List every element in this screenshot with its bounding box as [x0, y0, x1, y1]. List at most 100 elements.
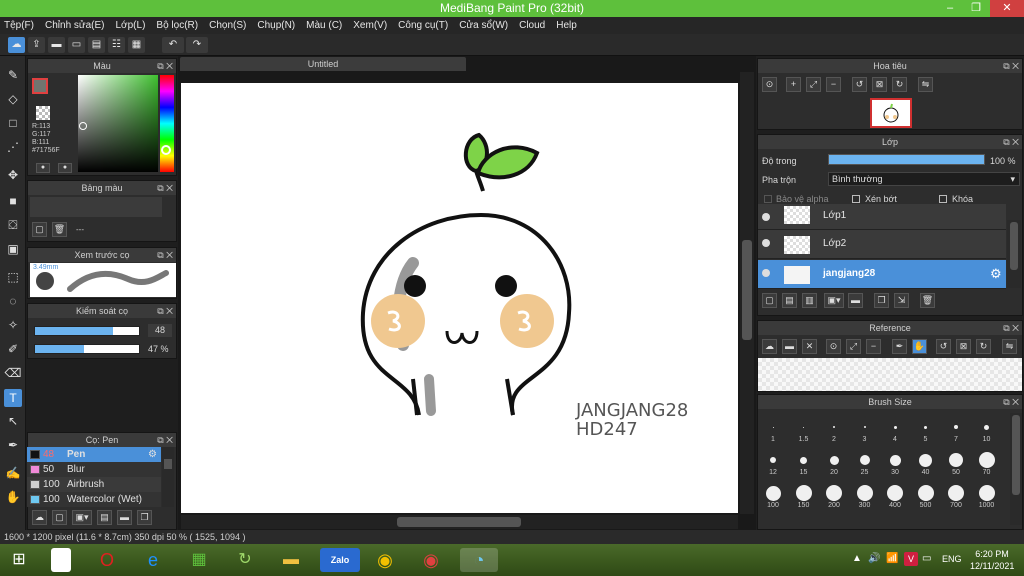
network-icon[interactable]: 📶: [886, 553, 898, 564]
select-pen-tool-icon[interactable]: ✐: [4, 340, 22, 358]
grid-icon[interactable]: ▦: [128, 37, 145, 53]
clock[interactable]: 6:20 PM 12/11/2021: [970, 548, 1014, 572]
menu-snap[interactable]: Chụp(N): [257, 20, 295, 31]
brush-size-dot[interactable]: [772, 426, 774, 428]
close-reference-icon[interactable]: ✕: [802, 339, 817, 354]
hand-tool-icon[interactable]: ✋: [4, 488, 22, 506]
brush-size-dot[interactable]: [863, 426, 866, 428]
undo-icon[interactable]: ↶: [162, 37, 184, 53]
brush-size-dot[interactable]: [887, 485, 903, 501]
color-mode-icon[interactable]: ●: [36, 163, 50, 173]
brush-size-dot[interactable]: [919, 453, 932, 467]
operation-tool-icon[interactable]: ↖: [4, 412, 22, 430]
volume-icon[interactable]: 🔊: [868, 553, 880, 564]
green-app-icon[interactable]: ↻: [230, 548, 260, 572]
vertical-scrollbar[interactable]: [740, 72, 754, 514]
rotate-left-icon[interactable]: ↺: [852, 77, 867, 92]
windows-start-icon[interactable]: ⊞: [2, 548, 36, 572]
menu-edit[interactable]: Chỉnh sửa(E): [45, 20, 105, 31]
panel-close-icon[interactable]: ⧉ ✕: [157, 181, 173, 195]
dot-brush-tool-icon[interactable]: ⋰: [4, 138, 22, 156]
navigator-thumbnail[interactable]: [870, 98, 912, 128]
v-app-badge[interactable]: V: [904, 552, 918, 566]
redo-icon[interactable]: ↷: [186, 37, 208, 53]
panel-close-icon[interactable]: ⧉ ✕: [157, 59, 173, 73]
move-tool-icon[interactable]: ✥: [4, 166, 22, 184]
vertical-scroll-thumb[interactable]: [742, 240, 752, 340]
new-halftone-layer-icon[interactable]: ▤: [782, 293, 797, 308]
cloud-reference-icon[interactable]: ☁: [762, 339, 777, 354]
zalo-icon[interactable]: Zalo: [320, 548, 360, 572]
cloud-icon[interactable]: ☁: [8, 37, 25, 53]
flip-icon[interactable]: ⇋: [918, 77, 933, 92]
chrome-profile-icon[interactable]: ◉: [416, 548, 446, 572]
ref-flip-icon[interactable]: ⇋: [1002, 339, 1017, 354]
rotate-right-icon[interactable]: ↻: [892, 77, 907, 92]
brush-size-dot[interactable]: [800, 456, 807, 464]
magic-wand-tool-icon[interactable]: ✧: [4, 316, 22, 334]
menu-layer[interactable]: Lớp(L): [116, 20, 146, 31]
add-layer-menu-icon[interactable]: ▣▾: [824, 293, 844, 308]
delete-layer-icon[interactable]: 🗑: [920, 293, 935, 308]
brush-size-dot[interactable]: [829, 455, 839, 465]
brush-tool-icon[interactable]: ✎: [4, 66, 22, 84]
brush-size-dot[interactable]: [833, 426, 835, 428]
hue-slider-handle[interactable]: [161, 145, 171, 155]
visibility-eye-icon[interactable]: [762, 239, 770, 247]
visibility-eye-icon[interactable]: [762, 213, 770, 221]
foreground-color-swatch[interactable]: [32, 78, 48, 94]
horizontal-scrollbar[interactable]: [181, 515, 738, 529]
new-brush-icon[interactable]: ▢: [52, 510, 67, 525]
transparent-color-swatch[interactable]: [36, 106, 50, 120]
menu-help[interactable]: Help: [556, 20, 577, 31]
pen-tool-icon[interactable]: ✍: [4, 464, 22, 482]
brush-size-value[interactable]: 48: [148, 324, 172, 337]
reset-view-icon[interactable]: ⊠: [872, 77, 887, 92]
upload-icon[interactable]: ⇪: [28, 37, 45, 53]
menu-color[interactable]: Màu (C): [306, 20, 342, 31]
restore-button[interactable]: ❐: [964, 0, 988, 17]
panel-close-icon[interactable]: ⧉ ✕: [157, 433, 173, 447]
brush-size-dot[interactable]: [978, 452, 995, 468]
battery-icon[interactable]: ▭: [922, 553, 931, 564]
ref-rotate-right-icon[interactable]: ↻: [976, 339, 991, 354]
rectangle-tool-icon[interactable]: □: [4, 114, 22, 132]
lock-checkbox[interactable]: [939, 195, 947, 203]
new-palette-icon[interactable]: ▢: [32, 222, 47, 237]
panel-close-icon[interactable]: ⧉ ✕: [1003, 321, 1019, 335]
zoom-fit-icon[interactable]: ⊙: [762, 77, 777, 92]
menu-cloud[interactable]: Cloud: [519, 20, 545, 31]
horizontal-scroll-thumb[interactable]: [397, 517, 521, 527]
file-explorer-icon[interactable]: ▬: [276, 548, 306, 572]
medibang-taskbar-icon[interactable]: ◔: [460, 548, 498, 572]
bucket-tool-icon[interactable]: ⛋: [4, 216, 22, 234]
gear-icon[interactable]: ⚙: [990, 266, 1002, 282]
brush-opacity-slider[interactable]: [34, 344, 140, 354]
gear-icon[interactable]: ⚙: [148, 447, 157, 462]
layer-folder-icon[interactable]: ▬: [848, 293, 863, 308]
brush-size-dot[interactable]: [949, 453, 963, 467]
ref-zoom-fit-icon[interactable]: ⊙: [826, 339, 841, 354]
ref-rotate-left-icon[interactable]: ↺: [936, 339, 951, 354]
ref-hand-icon[interactable]: ✋: [912, 339, 927, 354]
panel-close-icon[interactable]: ⧉ ✕: [1003, 59, 1019, 73]
fill-rect-tool-icon[interactable]: ■: [4, 192, 22, 210]
brush-size-dot[interactable]: [978, 485, 995, 501]
tray-chevron-icon[interactable]: ▲: [852, 553, 862, 564]
opera-icon[interactable]: O: [92, 548, 122, 572]
brush-size-scrollbar[interactable]: [1010, 413, 1022, 525]
blend-mode-select[interactable]: Bình thường ▾: [828, 172, 1020, 186]
panel-close-icon[interactable]: ⧉ ✕: [1003, 395, 1019, 409]
cloud-brush-icon[interactable]: ☁: [32, 510, 47, 525]
duplicate-layer-icon[interactable]: ❐: [874, 293, 889, 308]
saturation-value-picker[interactable]: [78, 75, 158, 172]
brush-settings-icon[interactable]: ▤: [97, 510, 112, 525]
chat-icon[interactable]: ▭: [68, 37, 85, 53]
brush-size-dot[interactable]: [954, 425, 958, 429]
panel-close-icon[interactable]: ⧉ ✕: [157, 248, 173, 262]
menu-file[interactable]: Tệp(F): [4, 20, 34, 31]
select-rect-tool-icon[interactable]: ⬚: [4, 268, 22, 286]
layer-opacity-slider[interactable]: [828, 154, 985, 165]
lasso-tool-icon[interactable]: ◌: [4, 292, 22, 310]
brush-item-blur[interactable]: 50 Blur: [27, 462, 161, 477]
